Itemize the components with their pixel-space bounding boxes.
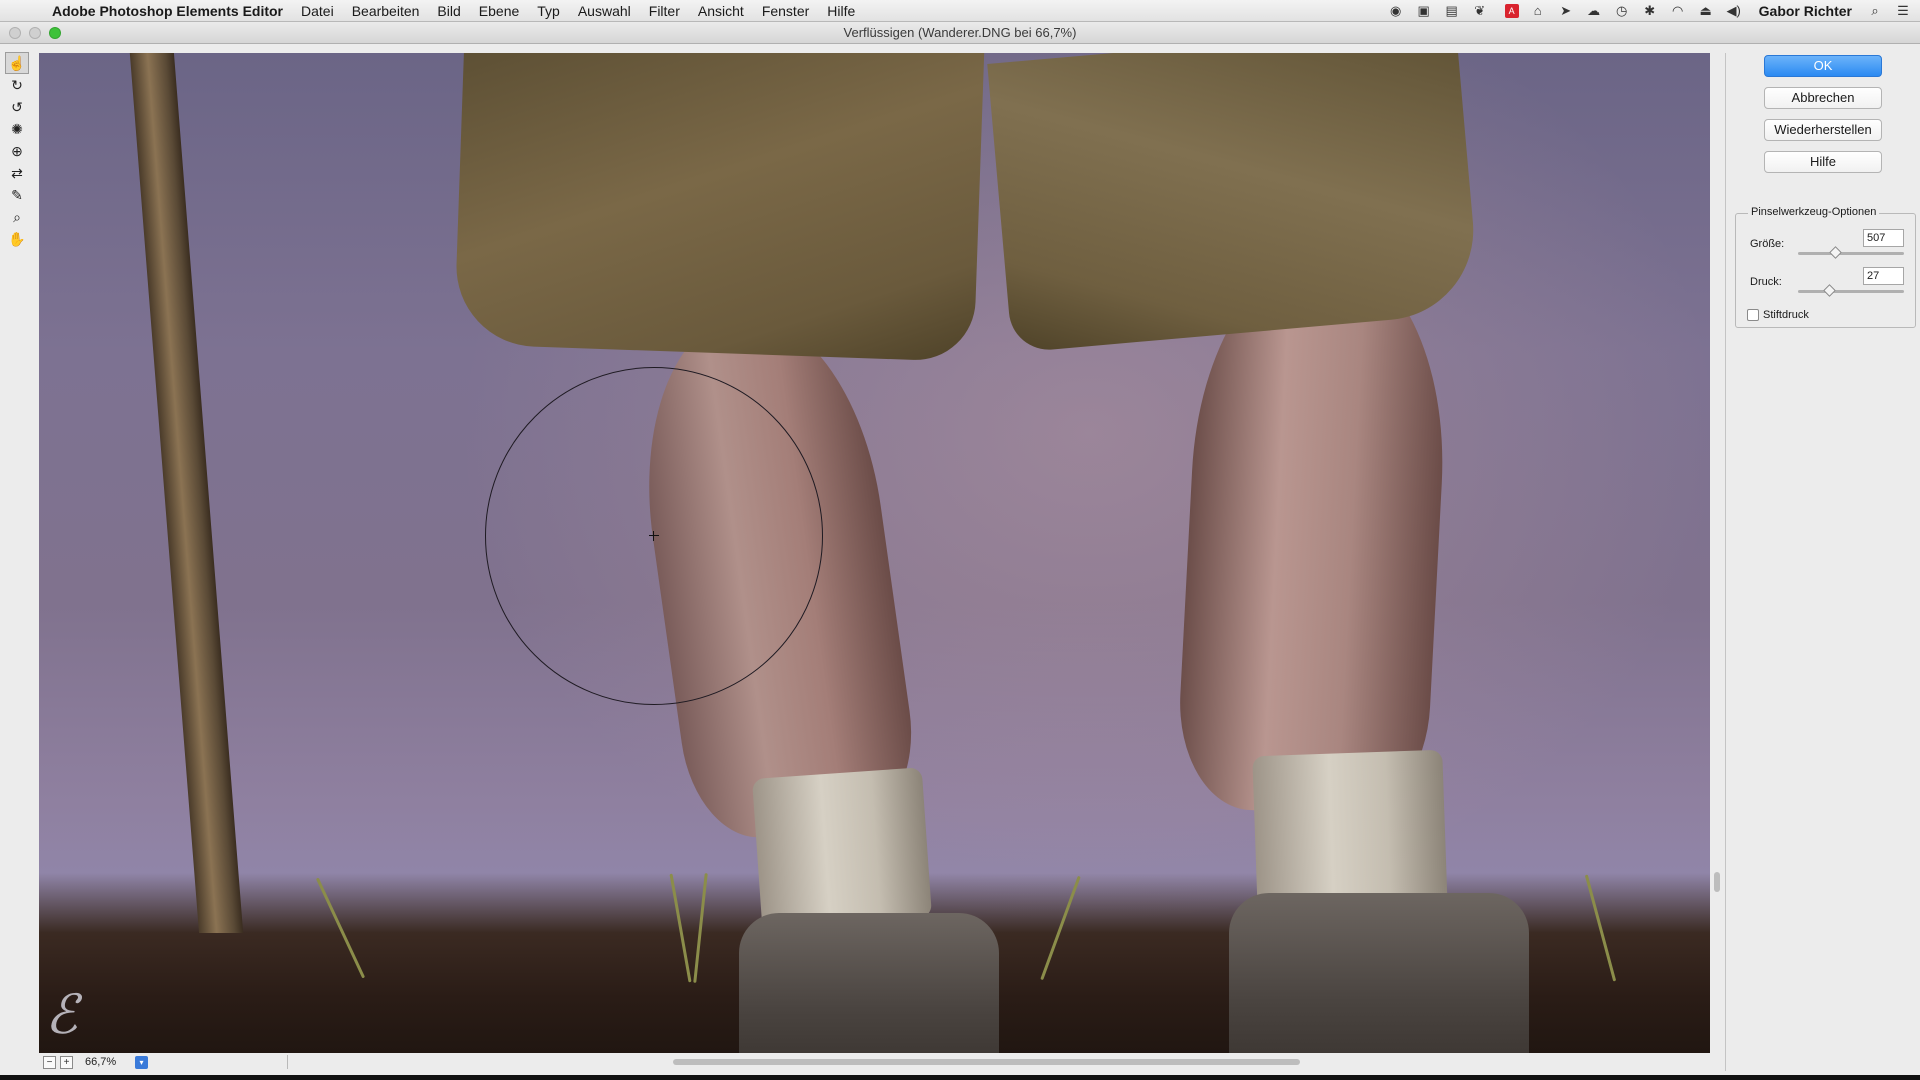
minimize-window-button[interactable] [29, 27, 41, 39]
right-sock [1252, 749, 1448, 917]
brush-crosshair [649, 535, 659, 536]
options-panel: OK Abbrechen Wiederherstellen Hilfe Pins… [1730, 52, 1920, 1070]
cloud-icon[interactable]: ☁ [1583, 0, 1605, 22]
timemachine-icon[interactable]: ◷ [1611, 0, 1633, 22]
zoom-out-button[interactable]: − [43, 1055, 56, 1069]
brush-options-title: Pinselwerkzeug-Optionen [1748, 206, 1880, 218]
display-icon[interactable]: ▣ [1413, 0, 1435, 22]
restore-button[interactable]: Wiederherstellen [1764, 119, 1882, 141]
left-sock [751, 767, 933, 929]
zoom-window-button[interactable] [49, 27, 61, 39]
brush-crosshair [653, 531, 654, 541]
ok-button[interactable]: OK [1764, 55, 1882, 77]
right-shoe [1229, 893, 1529, 1053]
notification-center-icon[interactable]: ☰ [1892, 0, 1914, 22]
menu-fenster[interactable]: Fenster [762, 3, 809, 19]
menu-bearbeiten[interactable]: Bearbeiten [352, 3, 420, 19]
app-menu[interactable]: Adobe Photoshop Elements Editor [52, 3, 283, 19]
liquify-dialog: Verflüssigen (Wanderer.DNG bei 66,7%) ☝ … [0, 22, 1920, 1080]
screen-bottom-edge [0, 1075, 1920, 1080]
stylus-pressure-option[interactable]: Stiftdruck [1747, 309, 1809, 321]
liquify-toolbar: ☝ ↻ ↺ ✺ ⊕ ⇄ ✎ ⌕ ✋ [5, 52, 32, 250]
size-slider[interactable] [1798, 252, 1904, 255]
warp-tool-icon: ☝ [8, 54, 26, 71]
close-window-button[interactable] [9, 27, 21, 39]
help-button[interactable]: Hilfe [1764, 151, 1882, 173]
size-slider-thumb[interactable] [1829, 246, 1842, 259]
bloat-tool-icon: ⊕ [11, 142, 23, 159]
bloat-tool-button[interactable]: ⊕ [5, 140, 29, 162]
menu-filter[interactable]: Filter [649, 3, 680, 19]
twirl-counterclockwise-tool-button[interactable]: ↺ [5, 96, 29, 118]
menu-hilfe[interactable]: Hilfe [827, 3, 855, 19]
twirl-counterclockwise-tool-icon: ↺ [11, 98, 23, 115]
record-icon[interactable]: ◉ [1385, 0, 1407, 22]
twirl-clockwise-tool-button[interactable]: ↻ [5, 74, 29, 96]
cancel-button[interactable]: Abbrechen [1764, 87, 1882, 109]
pucker-tool-icon: ✺ [11, 120, 23, 137]
hand-tool-icon: ✋ [8, 230, 26, 247]
twirl-clockwise-tool-icon: ↻ [11, 76, 23, 93]
evernote-icon[interactable]: ❦ [1469, 0, 1491, 22]
vertical-scrollbar-thumb[interactable] [1714, 872, 1720, 892]
reconstruct-tool-icon: ✎ [11, 186, 23, 203]
shorts-left [453, 53, 985, 362]
zoom-dropdown-button[interactable]: ▾ [135, 1055, 148, 1069]
forward-icon[interactable]: ➤ [1555, 0, 1577, 22]
reconstruct-tool-button[interactable]: ✎ [5, 184, 29, 206]
window-title: Verflüssigen (Wanderer.DNG bei 66,7%) [843, 25, 1077, 40]
menu-ansicht[interactable]: Ansicht [698, 3, 744, 19]
menu-datei[interactable]: Datei [301, 3, 334, 19]
wifi-icon[interactable]: ◠ [1667, 0, 1689, 22]
watermark-logo: ℰ [45, 983, 78, 1046]
zoom-level-field[interactable]: 66,7% [85, 1056, 135, 1068]
window-controls [9, 27, 61, 39]
pucker-tool-button[interactable]: ✺ [5, 118, 29, 140]
stylus-pressure-label: Stiftdruck [1763, 309, 1809, 321]
shift-pixels-tool-button[interactable]: ⇄ [5, 162, 29, 184]
shift-pixels-tool-icon: ⇄ [11, 164, 23, 181]
menu-auswahl[interactable]: Auswahl [578, 3, 631, 19]
shorts-right [987, 53, 1481, 353]
bluetooth-icon[interactable]: ✱ [1639, 0, 1661, 22]
menu-typ[interactable]: Typ [537, 3, 560, 19]
canvas-divider [1725, 53, 1726, 1071]
left-shoe [739, 913, 999, 1053]
zoom-in-button[interactable]: + [60, 1055, 73, 1069]
menu-bild[interactable]: Bild [437, 3, 460, 19]
warp-tool-button[interactable]: ☝ [5, 52, 29, 74]
messages-icon[interactable]: ▤ [1441, 0, 1463, 22]
pressure-label: Druck: [1750, 276, 1782, 288]
canvas-status-bar: − + 66,7% ▾ [39, 1053, 1725, 1071]
horizontal-scrollbar-thumb[interactable] [673, 1059, 1300, 1065]
zoom-tool-button[interactable]: ⌕ [5, 206, 29, 228]
brush-cursor-circle [485, 367, 823, 705]
status-tray: ◉ ▣ ▤ ❦ A ⌂ ➤ ☁ ◷ ✱ ◠ ⏏ ◀) Gabor Richter… [1385, 0, 1920, 22]
adobe-icon[interactable]: A [1504, 3, 1519, 18]
volume-icon[interactable]: ◀) [1723, 0, 1745, 22]
eject-icon[interactable]: ⏏ [1695, 0, 1717, 22]
size-input[interactable]: 507 [1863, 229, 1904, 247]
pressure-input[interactable]: 27 [1863, 267, 1904, 285]
stylus-pressure-checkbox[interactable] [1747, 309, 1759, 321]
menu-ebene[interactable]: Ebene [479, 3, 519, 19]
user-menu[interactable]: Gabor Richter [1759, 3, 1852, 19]
hand-tool-button[interactable]: ✋ [5, 228, 29, 250]
window-titlebar: Verflüssigen (Wanderer.DNG bei 66,7%) [0, 22, 1920, 44]
pressure-slider[interactable] [1798, 290, 1904, 293]
menu-bar: Adobe Photoshop Elements Editor Datei Be… [0, 0, 1920, 22]
zoom-tool-icon: ⌕ [13, 208, 21, 225]
size-label: Größe: [1750, 238, 1785, 250]
status-divider [148, 1055, 288, 1069]
drive-icon[interactable]: ⌂ [1527, 0, 1549, 22]
brush-options-group: Pinselwerkzeug-Optionen Größe: 507 Druck… [1735, 206, 1916, 328]
image-preview-canvas[interactable]: ℰ [39, 53, 1710, 1053]
pressure-slider-thumb[interactable] [1823, 284, 1836, 297]
spotlight-search-icon[interactable]: ⌕ [1864, 0, 1886, 22]
